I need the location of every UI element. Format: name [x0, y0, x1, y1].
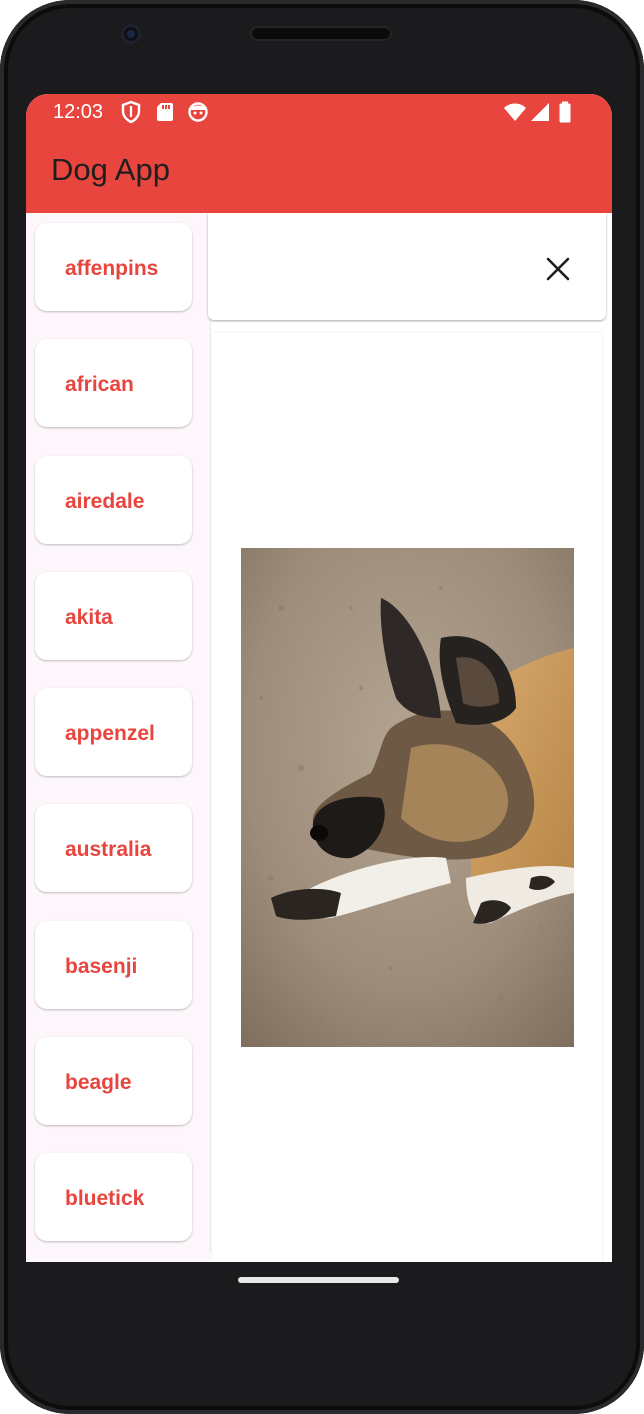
breed-item-basenji[interactable]: basenji — [35, 921, 192, 1009]
app-bar: Dog App — [26, 132, 612, 213]
breed-list[interactable]: affenpins african airedale akita appenze… — [26, 213, 210, 1262]
breed-label: akita — [65, 606, 113, 629]
earpiece-speaker — [250, 26, 392, 41]
battery-icon — [559, 101, 571, 123]
breed-item-appenzel[interactable]: appenzel — [35, 688, 192, 776]
breed-item-bluetick[interactable]: bluetick — [35, 1153, 192, 1241]
breed-label: beagle — [65, 1071, 132, 1094]
cell-signal-icon — [531, 103, 549, 121]
app-title: Dog App — [51, 152, 170, 187]
close-icon[interactable] — [538, 249, 578, 289]
breed-item-airedale[interactable]: airedale — [35, 456, 192, 544]
breed-item-australia[interactable]: australia — [35, 804, 192, 892]
breed-label: affenpins — [65, 257, 159, 280]
detail-header — [208, 213, 606, 320]
image-panel — [212, 333, 602, 1262]
breed-label: airedale — [65, 490, 145, 513]
breed-label: african — [65, 373, 134, 396]
status-time: 12:03 — [53, 101, 104, 123]
phone-frame: 12:03 Dog App affenpins african airedale… — [0, 0, 644, 1414]
breed-item-african[interactable]: african — [35, 339, 192, 427]
screen: 12:03 Dog App affenpins african airedale… — [26, 94, 612, 1262]
breed-label: australia — [65, 838, 152, 861]
breed-label: bluetick — [65, 1187, 145, 1210]
sd-card-icon — [157, 103, 173, 121]
breed-label: appenzel — [65, 722, 155, 745]
breed-label: basenji — [65, 955, 138, 978]
breed-item-affenpins[interactable]: affenpins — [35, 223, 192, 311]
shield-icon — [121, 100, 141, 124]
dog-photo — [241, 548, 574, 1047]
main-content: affenpins african airedale akita appenze… — [26, 213, 612, 1262]
breed-item-akita[interactable]: akita — [35, 572, 192, 660]
face-icon — [188, 102, 208, 122]
pane-divider — [210, 213, 211, 1253]
wifi-icon — [504, 103, 526, 121]
status-bar: 12:03 — [26, 94, 612, 132]
breed-item-beagle[interactable]: beagle — [35, 1037, 192, 1125]
home-indicator[interactable] — [238, 1277, 399, 1283]
front-camera — [121, 24, 141, 44]
